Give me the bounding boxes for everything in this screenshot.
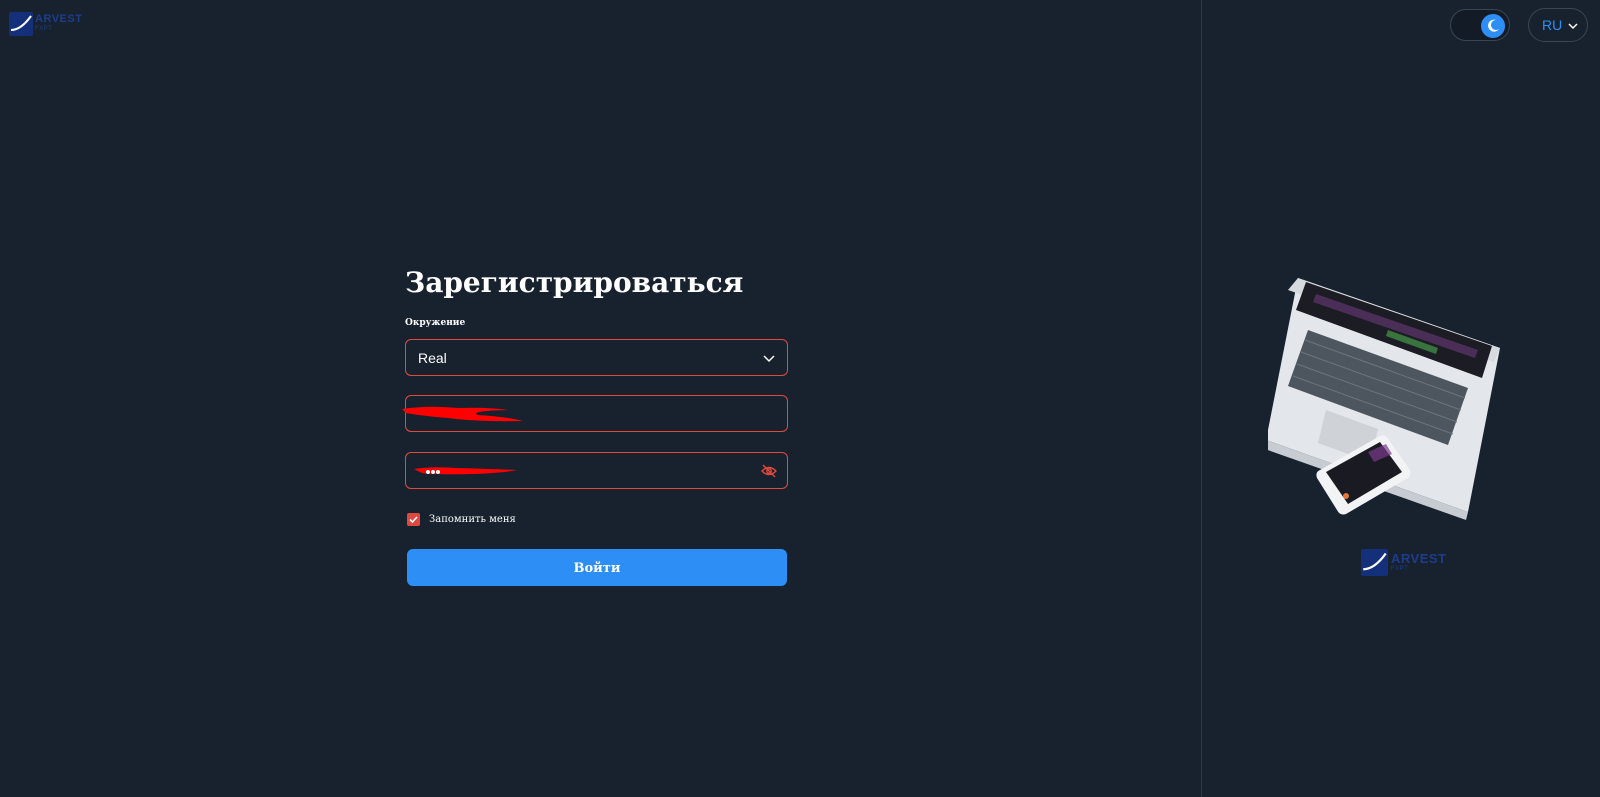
login-page: ARVEST FXPT RU Зарегистрироваться Окруже… [0, 0, 1600, 797]
theme-toggle-knob [1481, 14, 1505, 38]
environment-value: Real [418, 350, 447, 366]
brand-name: ARVEST [35, 13, 83, 25]
language-select[interactable]: RU [1528, 8, 1588, 42]
brand-logo[interactable]: ARVEST FXPT [9, 12, 83, 36]
language-value: RU [1542, 17, 1563, 33]
login-button[interactable]: Войти [407, 549, 787, 586]
theme-toggle[interactable] [1450, 9, 1510, 41]
brand-tagline: FXPT [35, 26, 53, 32]
brand-tagline: FXPT [1391, 566, 1409, 572]
environment-label: Окружение [405, 318, 466, 328]
laptop-phone-illustration [1268, 278, 1500, 520]
logo-mark-icon [1361, 549, 1388, 576]
page-title: Зарегистрироваться [405, 266, 744, 299]
password-field[interactable] [405, 452, 788, 489]
check-icon [409, 516, 418, 524]
remember-me-checkbox[interactable] [407, 513, 420, 526]
environment-select[interactable]: Real [405, 339, 788, 376]
email-field[interactable] [402, 395, 788, 432]
eye-off-icon[interactable] [761, 463, 777, 479]
chevron-down-icon [1568, 23, 1578, 30]
redaction-mark [414, 467, 517, 475]
panel-divider [1201, 0, 1202, 797]
brand-logo-secondary: ARVEST FXPT [1361, 549, 1447, 576]
remember-me-label: Запомнить меня [429, 514, 516, 525]
logo-mark-icon [9, 12, 33, 36]
chevron-down-icon [763, 355, 775, 363]
moon-icon [1488, 19, 1499, 32]
brand-name: ARVEST [1391, 551, 1447, 566]
redaction-mark [402, 406, 523, 422]
